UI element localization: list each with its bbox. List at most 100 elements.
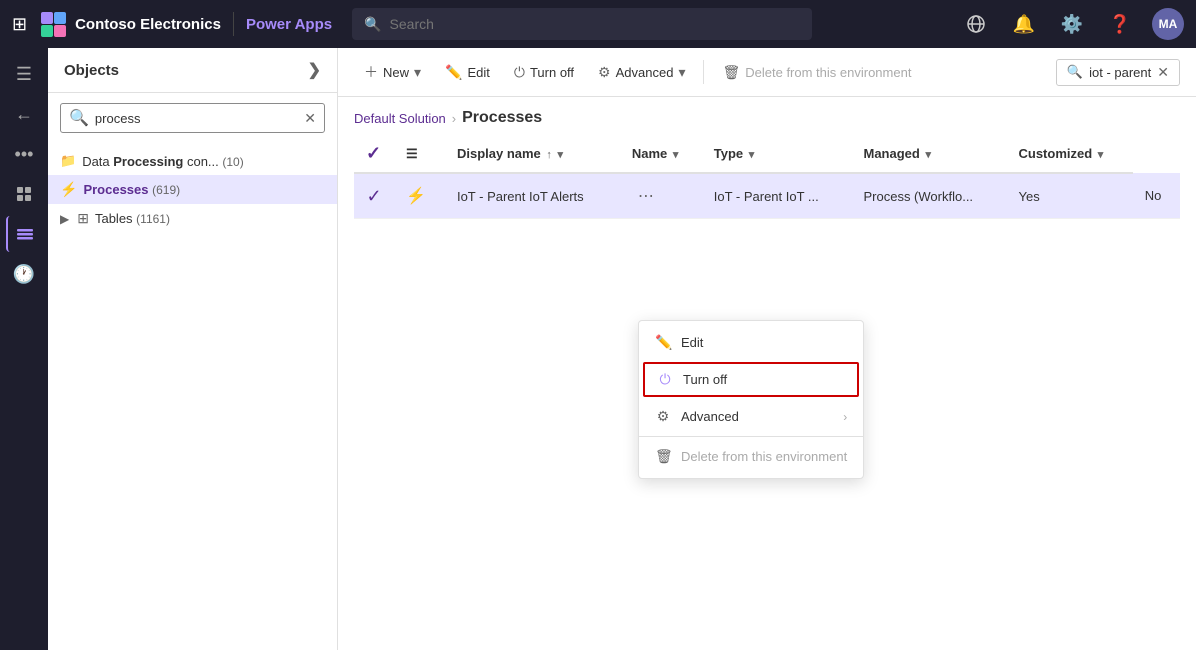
turn-off-button[interactable]: ⏻ Turn off — [504, 58, 584, 87]
edit-label: Edit — [467, 65, 489, 80]
row-type: Process (Workflo... — [851, 173, 1006, 219]
delete-button[interactable]: 🗑 Delete from this environment — [712, 58, 921, 87]
pages-icon[interactable] — [6, 176, 42, 212]
managed-sort-icon: ▾ — [925, 149, 931, 161]
turn-off-label: Turn off — [530, 65, 574, 80]
search-icon: 🔍 — [364, 16, 381, 33]
panel-title: Objects — [64, 62, 119, 79]
col-customized[interactable]: Customized ▾ — [1007, 135, 1133, 173]
row-name: IoT - Parent IoT ... — [702, 173, 852, 219]
advanced-label: Advanced — [616, 65, 674, 80]
table-row[interactable]: ✓ ⚡ IoT - Parent IoT Alerts ⋯ IoT - Pare… — [354, 173, 1180, 219]
back-icon[interactable]: ← — [6, 96, 42, 132]
brand-svg-icon — [39, 10, 67, 38]
ctx-advanced-label: Advanced — [681, 409, 739, 424]
panel-close-icon[interactable]: ❯ — [308, 60, 321, 80]
new-label: New — [383, 65, 409, 80]
main-toolbar: ＋ New ▾ ✏️ Edit ⏻ Turn off ⚙ Advanced ▾ … — [338, 48, 1196, 97]
sidebar-item-data-processing[interactable]: 📁 Data Processing con... (10) — [48, 147, 337, 175]
expand-icon[interactable]: ▶ — [60, 212, 69, 226]
settings-icon[interactable]: ⚙️ — [1056, 8, 1088, 40]
advanced-icon: ⚙ — [598, 64, 611, 81]
ctx-delete-icon: 🗑 — [655, 448, 671, 465]
company-name: Contoso Electronics — [75, 16, 221, 33]
filter-search-icon: 🔍 — [1067, 64, 1083, 80]
table-container: ✓ ☰ Display name ↑ ▾ Name ▾ — [338, 135, 1196, 650]
sidebar-item-tables[interactable]: ▶ ⊞ Tables (1161) — [48, 204, 337, 233]
type-sort-icon: ▾ — [749, 149, 755, 161]
environments-icon[interactable] — [960, 8, 992, 40]
nav-divider — [233, 12, 234, 36]
processes-table: ✓ ☰ Display name ↑ ▾ Name ▾ — [354, 135, 1180, 219]
col-managed[interactable]: Managed ▾ — [851, 135, 1006, 173]
delete-icon: 🗑 — [722, 64, 740, 81]
panel-search-input[interactable] — [95, 111, 298, 126]
row-checkbox[interactable]: ✓ — [354, 173, 394, 219]
user-avatar[interactable]: MA — [1152, 8, 1184, 40]
name-sort-icon: ▾ — [673, 149, 679, 161]
filter-close-icon[interactable]: ✕ — [1157, 64, 1169, 81]
row-more-button[interactable]: ⋯ — [632, 184, 660, 208]
main-content: ＋ New ▾ ✏️ Edit ⏻ Turn off ⚙ Advanced ▾ … — [338, 48, 1196, 650]
ctx-advanced-icon: ⚙ — [655, 408, 671, 425]
history-icon[interactable]: 🕐 — [6, 256, 42, 292]
col-list-view[interactable]: ☰ — [394, 135, 445, 173]
ctx-advanced[interactable]: ⚙ Advanced › — [639, 399, 863, 434]
col-checkbox[interactable]: ✓ — [354, 135, 394, 173]
customized-sort-icon: ▾ — [1098, 149, 1104, 161]
process-list-icon: ⚡ — [60, 181, 77, 198]
notifications-icon[interactable]: 🔔 — [1008, 8, 1040, 40]
context-menu: ✏️ Edit ⏻ Turn off ⚙ Advanced › 🗑 Delete… — [638, 320, 864, 479]
list-view-icon: ☰ — [406, 146, 418, 161]
breadcrumb: Default Solution › Processes — [338, 97, 1196, 135]
ctx-power-icon: ⏻ — [657, 371, 673, 388]
side-icon-bar: ☰ ← ••• 🕐 — [0, 48, 48, 650]
table-header: ✓ ☰ Display name ↑ ▾ Name ▾ — [354, 135, 1180, 173]
top-navigation: ⊞ Contoso Electronics Power Apps 🔍 🔔 ⚙️ … — [0, 0, 1196, 48]
table-body: ✓ ⚡ IoT - Parent IoT Alerts ⋯ IoT - Pare… — [354, 173, 1180, 219]
row-customized: No — [1133, 173, 1180, 219]
new-button[interactable]: ＋ New ▾ — [354, 56, 431, 88]
advanced-button[interactable]: ⚙ Advanced ▾ — [588, 58, 695, 87]
toolbar-right: 🔍 iot - parent ✕ — [1056, 59, 1180, 86]
col-type[interactable]: Type ▾ — [702, 135, 852, 173]
active-filter: 🔍 iot - parent ✕ — [1056, 59, 1180, 86]
delete-label: Delete from this environment — [745, 65, 911, 80]
edit-icon: ✏️ — [445, 64, 462, 81]
row-display-name: IoT - Parent IoT Alerts — [445, 173, 620, 219]
ctx-delete-label: Delete from this environment — [681, 449, 847, 464]
main-layout: ☰ ← ••• 🕐 Objects ❯ 🔍 ✕ 📁 Data Processin… — [0, 48, 1196, 650]
edit-button[interactable]: ✏️ Edit — [435, 58, 500, 87]
search-clear-icon[interactable]: ✕ — [304, 110, 316, 127]
table-icon: ⊞ — [77, 210, 89, 227]
ctx-edit-icon: ✏️ — [655, 334, 671, 351]
grid-icon[interactable]: ⊞ — [12, 14, 27, 35]
ctx-turn-off[interactable]: ⏻ Turn off — [643, 362, 859, 397]
row-type-icon-cell: ⚡ — [394, 173, 445, 219]
col-name[interactable]: Name ▾ — [620, 135, 702, 173]
menu-toggle-icon[interactable]: ☰ — [6, 56, 42, 92]
panel-search-box[interactable]: 🔍 ✕ — [60, 103, 325, 133]
ctx-delete[interactable]: 🗑 Delete from this environment — [639, 439, 863, 474]
ctx-turn-off-label: Turn off — [683, 372, 727, 387]
panel-search-icon: 🔍 — [69, 108, 89, 128]
new-icon: ＋ — [364, 62, 378, 82]
panel-header: Objects ❯ — [48, 48, 337, 93]
ctx-separator — [639, 436, 863, 437]
global-search[interactable]: 🔍 — [352, 8, 812, 40]
breadcrumb-chevron-icon: › — [452, 111, 456, 126]
breadcrumb-parent[interactable]: Default Solution — [354, 111, 446, 126]
ctx-edit[interactable]: ✏️ Edit — [639, 325, 863, 360]
power-icon: ⏻ — [514, 64, 525, 81]
nav-tree: 📁 Data Processing con... (10) ⚡ Processe… — [48, 143, 337, 237]
search-input[interactable] — [390, 16, 801, 32]
process-icon: ⚡ — [406, 188, 426, 205]
brand-logo: Contoso Electronics — [39, 10, 221, 38]
objects-icon[interactable] — [6, 216, 42, 252]
app-name: Power Apps — [246, 16, 332, 33]
new-chevron-icon: ▾ — [414, 64, 421, 81]
sidebar-item-processes[interactable]: ⚡ Processes (619) — [48, 175, 337, 204]
help-icon[interactable]: ❓ — [1104, 8, 1136, 40]
col-display-name[interactable]: Display name ↑ ▾ — [445, 135, 620, 173]
dots-icon[interactable]: ••• — [6, 136, 42, 172]
